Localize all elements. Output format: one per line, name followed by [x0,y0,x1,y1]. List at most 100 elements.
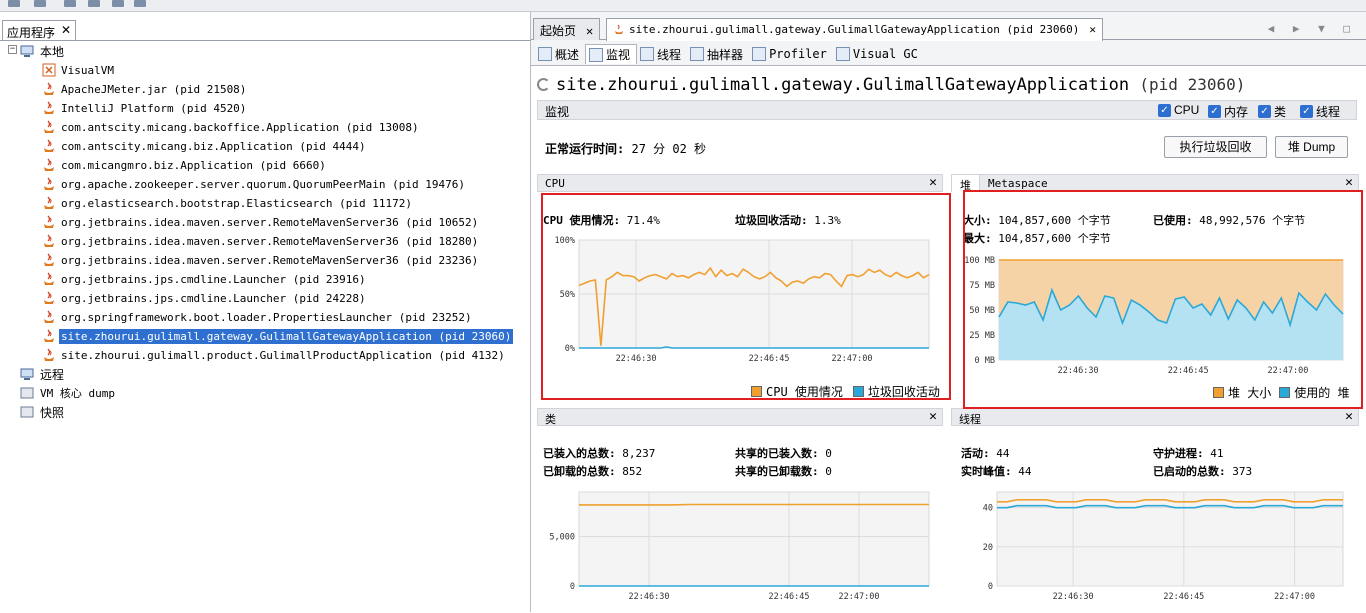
x-tick-label: 22:46:30 [629,592,670,602]
threads-icon [640,47,654,61]
classes-loaded: 已装入的总数: 8,237 [543,445,655,461]
tab-start-page[interactable]: 起始页 ✕ [533,18,600,40]
uptime: 正常运行时间: 27 分 02 秒 [545,140,706,157]
close-icon[interactable]: ✕ [1345,175,1353,190]
tree-node-application[interactable]: site.zhourui.gulimall.gateway.GulimallGa… [42,327,513,345]
cpu-panel-header: CPU✕ [537,174,943,192]
toolbar-icon[interactable] [112,0,124,7]
toolbar-icon[interactable] [134,0,146,7]
subtab-sampler[interactable]: 抽样器 [687,44,749,64]
tree-node-application[interactable]: IntelliJ Platform (pid 4520) [42,99,248,117]
tree-node-label: com.antscity.micang.biz.Application (pid… [59,139,368,154]
y-tick-label: 0 [570,582,575,592]
shared-loaded: 共享的已装入数: 0 [735,445,832,461]
monitor-icon [589,48,603,62]
applications-tab[interactable]: 应用程序 ✕ [2,20,76,40]
applications-panel: 应用程序 ✕ − 本地 VisualVMApacheJMeter.jar (pi… [0,12,531,612]
subtab-threads[interactable]: 线程 [637,44,687,64]
x-tick-label: 22:46:45 [1163,592,1204,602]
toolbar-icon[interactable] [88,0,100,7]
close-icon[interactable]: ✕ [61,23,71,37]
highlight-box [963,190,1363,409]
toolbar-icon[interactable] [8,0,20,7]
classes-unloaded: 已卸载的总数: 852 [543,463,642,479]
tree-node-remote[interactable]: 远程 [20,365,66,383]
tree-node-application[interactable]: com.antscity.micang.backoffice.Applicati… [42,118,421,136]
tree-node-local[interactable]: 本地 [20,42,66,60]
java-icon [42,177,56,191]
toolbar-icon[interactable] [64,0,76,7]
tab-navigation[interactable]: ◀ ▶ ▼ □ [1268,22,1356,35]
threads-daemon: 守护进程: 41 [1153,445,1224,461]
tree-node-label: 远程 [38,365,66,384]
subtab-visual-gc[interactable]: Visual GC [833,44,924,64]
x-tick-label: 22:47:00 [839,592,880,602]
tree-node-label: org.springframework.boot.loader.Properti… [59,310,474,325]
tree-node-label: VM 核心 dump [38,384,117,402]
toolbar-icon[interactable] [34,0,46,7]
tree-node-application[interactable]: org.springframework.boot.loader.Properti… [42,308,474,326]
checkbox-0[interactable]: ✓CPU [1158,103,1199,117]
subtab-monitor[interactable]: 监视 [585,44,637,64]
java-icon [42,291,56,305]
tree-node-snapshot[interactable]: 快照 [20,403,66,421]
checkbox-1[interactable]: ✓内存 [1208,103,1248,120]
classes-chart: 5,000022:46:3022:46:4522:47:00 [537,480,937,613]
tree-node-label: org.elasticsearch.bootstrap.Elasticsearc… [59,196,414,211]
perform-gc-button[interactable]: 执行垃圾回收 [1164,136,1267,158]
java-icon [42,272,56,286]
tree-node-application[interactable]: org.jetbrains.idea.maven.server.RemoteMa… [42,213,480,231]
tab-metaspace[interactable]: Metaspace [988,177,1048,190]
java-icon [42,215,56,229]
close-icon[interactable]: ✕ [1089,23,1096,36]
subtab-profiler[interactable]: Profiler [749,44,833,64]
heap-dump-button[interactable]: 堆 Dump [1275,136,1348,158]
tree-node-core-dump[interactable]: VM 核心 dump [20,384,117,402]
subtab-label: Visual GC [853,47,918,61]
close-icon[interactable]: ✕ [929,175,937,190]
close-icon[interactable]: ✕ [929,409,937,424]
sampler-icon [690,47,704,61]
main-toolbar [0,0,1366,12]
tree-node-application[interactable]: VisualVM [42,61,116,79]
tree-node-label: org.jetbrains.jps.cmdline.Launcher (pid … [59,272,368,287]
collapse-icon[interactable]: − [8,45,17,54]
tree-node-application[interactable]: org.apache.zookeeper.server.quorum.Quoru… [42,175,467,193]
profiler-icon [752,47,766,61]
tree-node-application[interactable]: org.jetbrains.idea.maven.server.RemoteMa… [42,232,480,250]
checkbox-label: 类 [1274,103,1286,120]
tree-node-label: org.apache.zookeeper.server.quorum.Quoru… [59,177,467,192]
tree-node-application[interactable]: org.jetbrains.idea.maven.server.RemoteMa… [42,251,480,269]
y-tick-label: 20 [983,543,993,553]
tree-node-application[interactable]: ApacheJMeter.jar (pid 21508) [42,80,248,98]
subtab-label: 概述 [555,46,579,63]
java-icon [42,158,56,172]
tree-node-application[interactable]: org.jetbrains.jps.cmdline.Launcher (pid … [42,289,368,307]
tab-application[interactable]: site.zhourui.gulimall.gateway.GulimallGa… [606,18,1103,41]
tree-node-application[interactable]: site.zhourui.gulimall.product.GulimallPr… [42,346,507,364]
tree-node-application[interactable]: org.jetbrains.jps.cmdline.Launcher (pid … [42,270,368,288]
subtab-overview[interactable]: 概述 [535,44,585,64]
close-icon[interactable]: ✕ [1345,409,1353,424]
checkbox-2[interactable]: ✓类 [1258,103,1286,120]
computer-icon [20,45,34,57]
checkbox-3[interactable]: ✓线程 [1300,103,1340,120]
workspace-panel: 起始页 ✕ site.zhourui.gulimall.gateway.Gulim… [531,12,1366,612]
tab-label: 起始页 [540,24,576,38]
tree-node-label: org.jetbrains.jps.cmdline.Launcher (pid … [59,291,368,306]
java-icon [42,196,56,210]
x-tick-label: 22:46:45 [769,592,810,602]
tree-node-application[interactable]: com.antscity.micang.biz.Application (pid… [42,137,368,155]
classes-panel-header: 类✕ [537,408,943,426]
checkmark-icon: ✓ [1300,105,1313,118]
close-icon[interactable]: ✕ [586,24,593,38]
subtab-label: 抽样器 [707,46,743,63]
java-icon [42,82,56,96]
java-icon [42,329,56,343]
tree-node-label: org.jetbrains.idea.maven.server.RemoteMa… [59,215,480,230]
threads-panel-header: 线程✕ [951,408,1359,426]
tree-node-application[interactable]: com.micangmro.biz.Application (pid 6660) [42,156,328,174]
threads-chart: 4020022:46:3022:46:4522:47:00 [951,480,1355,613]
java-icon [42,253,56,267]
tree-node-application[interactable]: org.elasticsearch.bootstrap.Elasticsearc… [42,194,414,212]
